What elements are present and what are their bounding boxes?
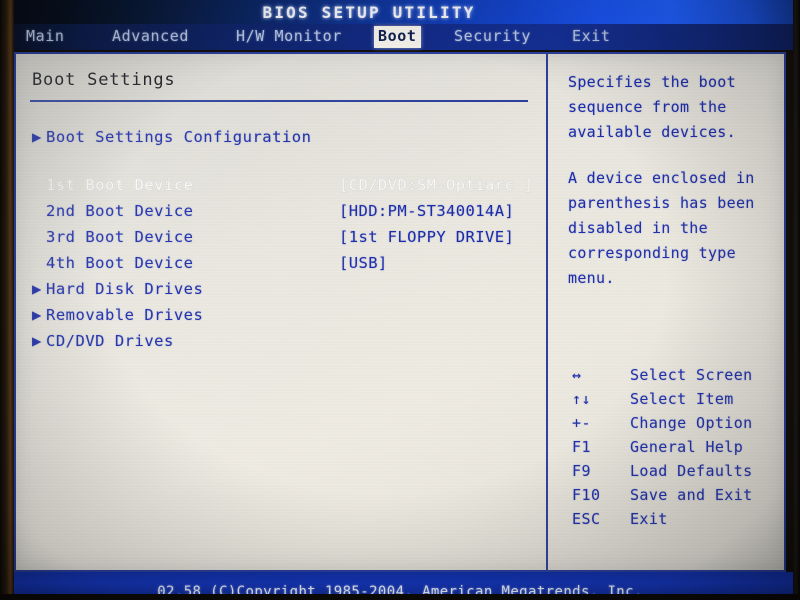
f10-key-icon: F10 — [572, 486, 601, 504]
page-title: BIOS SETUP UTILITY — [262, 3, 476, 22]
monitor-bezel-right — [793, 0, 800, 600]
monitor-bezel-left — [0, 0, 14, 600]
key-hint-label: General Help — [630, 438, 744, 456]
key-hint-label: Load Defaults — [630, 462, 753, 480]
row-label: Removable Drives — [46, 306, 204, 324]
plus-minus-icon: +- — [572, 414, 592, 432]
value-2nd-boot-device[interactable]: [HDD:PM-ST340014A] — [339, 202, 514, 220]
left-right-arrow-icon: ↔ — [572, 366, 582, 384]
key-hint-label: Save and Exit — [630, 486, 753, 504]
esc-key-icon: ESC — [572, 510, 601, 528]
submenu-hard-disk-drives[interactable]: ▶ Hard Disk Drives — [32, 280, 203, 298]
monitor-bezel-bottom — [0, 594, 800, 600]
submenu-removable-drives[interactable]: ▶ Removable Drives — [32, 306, 203, 324]
f9-key-icon: F9 — [572, 462, 592, 480]
tab-h-w-monitor[interactable]: H/W Monitor — [232, 26, 346, 48]
row-label: 2nd Boot Device — [46, 202, 194, 220]
row-label: 1st Boot Device — [46, 176, 194, 194]
value-4th-boot-device[interactable]: [USB] — [339, 254, 388, 272]
help-paragraph-1: Specifies the boot sequence from the ava… — [568, 73, 736, 141]
key-hint-label: Select Screen — [630, 366, 753, 384]
option-2nd-boot-device[interactable]: 2nd Boot Device — [32, 202, 193, 220]
row-label: Hard Disk Drives — [46, 280, 204, 298]
value-1st-boot-device[interactable]: [CD/DVD:SM-Optiarc ] — [339, 176, 534, 194]
content-frame: Boot Settings ▶ Boot Settings Configurati… — [14, 52, 786, 572]
key-hint-exit: ESC Exit — [568, 510, 786, 534]
key-hint-select-item: ↑↓ Select Item — [568, 390, 786, 414]
help-paragraph-2: A device enclosed in parenthesis has bee… — [568, 169, 755, 287]
submenu-cd-dvd-drives[interactable]: ▶ CD/DVD Drives — [32, 332, 174, 350]
submenu-boot-settings-configuration[interactable]: ▶ Boot Settings Configuration — [32, 128, 311, 146]
option-4th-boot-device[interactable]: 4th Boot Device — [32, 254, 193, 272]
title-bar: BIOS SETUP UTILITY — [0, 0, 800, 24]
key-hint-label: Change Option — [630, 414, 753, 432]
settings-pane: Boot Settings ▶ Boot Settings Configurati… — [16, 54, 544, 570]
tab-main[interactable]: Main — [22, 26, 69, 48]
title-divider — [30, 100, 528, 102]
row-label: CD/DVD Drives — [46, 332, 174, 350]
help-pane: Specifies the boot sequence from the ava… — [550, 54, 784, 570]
tab-boot[interactable]: Boot — [374, 26, 421, 48]
f1-key-icon: F1 — [572, 438, 592, 456]
option-3rd-boot-device[interactable]: 3rd Boot Device — [32, 228, 193, 246]
key-hint-label: Select Item — [630, 390, 734, 408]
key-hint-load-defaults: F9 Load Defaults — [568, 462, 786, 486]
key-hint-label: Exit — [630, 510, 668, 528]
tab-advanced[interactable]: Advanced — [108, 26, 193, 48]
row-label: Boot Settings Configuration — [46, 128, 312, 146]
key-hint-change-option: +- Change Option — [568, 414, 786, 438]
submenu-arrow-icon: ▶ — [32, 128, 42, 146]
tab-exit[interactable]: Exit — [568, 26, 615, 48]
pane-title: Boot Settings — [32, 70, 176, 90]
bios-setup-screen: BIOS SETUP UTILITY Main Advanced H/W Monit… — [0, 0, 800, 600]
menu-bar: Main Advanced H/W Monitor Boot Security Exit — [0, 24, 800, 50]
submenu-arrow-icon: ▶ — [32, 332, 42, 350]
row-label: 3rd Boot Device — [46, 228, 194, 246]
tab-security[interactable]: Security — [450, 26, 535, 48]
up-down-arrow-icon: ↑↓ — [572, 390, 592, 408]
submenu-arrow-icon: ▶ — [32, 306, 42, 324]
key-hint-general-help: F1 General Help — [568, 438, 786, 462]
key-legend: ↔ Select Screen ↑↓ Select Item +- Change Opti… — [568, 366, 786, 534]
pane-divider — [546, 54, 548, 570]
key-hint-save-and-exit: F10 Save and Exit — [568, 486, 786, 510]
submenu-arrow-icon: ▶ — [32, 280, 42, 298]
row-label: 4th Boot Device — [46, 254, 194, 272]
key-hint-select-screen: ↔ Select Screen — [568, 366, 786, 390]
option-1st-boot-device[interactable]: 1st Boot Device — [32, 176, 193, 194]
value-3rd-boot-device[interactable]: [1st FLOPPY DRIVE] — [339, 228, 514, 246]
